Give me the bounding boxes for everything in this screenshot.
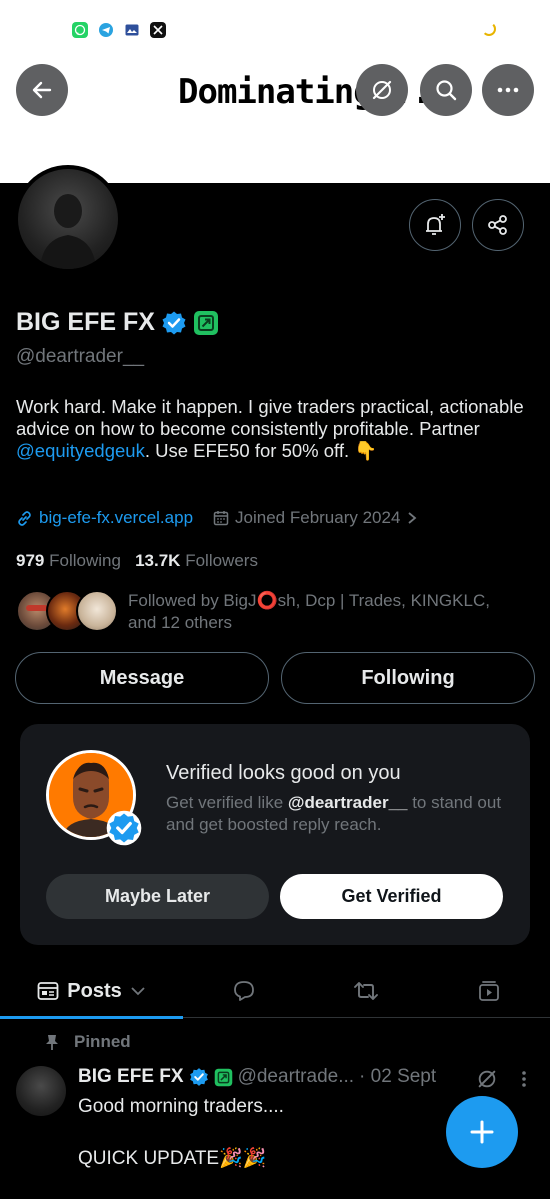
bio-text: Work hard. Make it happen. I give trader… xyxy=(16,396,524,439)
verified-badge-icon xyxy=(189,1068,208,1086)
profile-name-row: BIG EFE FX xyxy=(16,308,219,337)
active-tab-indicator xyxy=(0,1016,183,1019)
chevron-right-icon[interactable] xyxy=(406,511,418,525)
post-author-avatar[interactable] xyxy=(16,1066,66,1116)
grok-icon xyxy=(372,80,392,100)
joined-date: Joined February 2024 xyxy=(235,508,401,527)
posts-icon xyxy=(37,982,59,1000)
post-author-handle[interactable]: @deartrade... xyxy=(238,1066,354,1088)
message-button[interactable]: Message xyxy=(15,652,269,704)
follower-avatars xyxy=(16,590,118,632)
profile-bio: Work hard. Make it happen. I give trader… xyxy=(16,396,536,462)
post-author-name[interactable]: BIG EFE FX xyxy=(78,1066,184,1088)
post-header: BIG EFE FX @deartrade... · 02 Sept xyxy=(78,1066,436,1088)
tab-posts[interactable]: Posts xyxy=(0,964,183,1019)
back-button[interactable] xyxy=(16,64,68,116)
website-link[interactable]: big-efe-fx.vercel.app xyxy=(39,508,193,528)
verified-badge-icon xyxy=(106,810,142,846)
more-icon xyxy=(497,87,519,93)
share-icon xyxy=(488,215,507,235)
x-app-icon xyxy=(150,22,166,38)
search-button[interactable] xyxy=(420,64,472,116)
post-text-line: QUICK UPDATE🎉🎉 xyxy=(78,1148,267,1169)
following-label: Following xyxy=(49,551,121,570)
tab-media[interactable] xyxy=(427,964,550,1018)
profile-handle: @deartrader__ xyxy=(16,346,145,367)
verified-badge-icon[interactable] xyxy=(161,310,187,336)
link-icon xyxy=(18,510,31,526)
affiliate-badge-icon xyxy=(214,1068,232,1086)
display-name: BIG EFE FX xyxy=(16,308,155,336)
follow-stats: 979 Following 13.7K Followers xyxy=(16,551,258,571)
post-more-icon[interactable] xyxy=(521,1070,527,1088)
affiliate-badge-icon[interactable] xyxy=(193,310,219,336)
pinned-label: Pinned xyxy=(74,1032,131,1051)
bio-mention-link[interactable]: @equityedgeuk xyxy=(16,440,145,461)
profile-avatar[interactable] xyxy=(14,165,122,273)
followers-label: Followers xyxy=(185,551,258,570)
status-bar-icons xyxy=(72,22,166,38)
loading-spinner-icon xyxy=(482,22,496,36)
following-button[interactable]: Following xyxy=(281,652,535,704)
share-button[interactable] xyxy=(472,199,524,251)
replies-icon xyxy=(234,981,254,1001)
tab-posts-label: Posts xyxy=(67,979,122,1002)
compose-button[interactable] xyxy=(446,1096,518,1168)
calendar-icon xyxy=(213,511,229,526)
profile-banner[interactable]: Dominating... xyxy=(0,0,550,183)
followers-count: 13.7K xyxy=(135,551,181,570)
promo-title: Verified looks good on you xyxy=(166,762,401,784)
tab-replies[interactable] xyxy=(183,964,305,1018)
grok-button[interactable] xyxy=(356,64,408,116)
bio-text-end: . Use EFE50 for 50% off. 👇 xyxy=(144,440,378,461)
whatsapp-icon xyxy=(72,22,88,38)
followed-by-row[interactable]: Followed by BigJ⭕sh, Dcp | Trades, KINGK… xyxy=(16,590,518,634)
plus-icon xyxy=(470,1120,494,1144)
following-count: 979 xyxy=(16,551,45,570)
post-date: · 02 Sept xyxy=(359,1066,437,1087)
maybe-later-button[interactable]: Maybe Later xyxy=(46,874,269,919)
following-stat[interactable]: 979 Following xyxy=(16,551,121,570)
bell-plus-icon xyxy=(426,214,445,235)
tab-reposts[interactable] xyxy=(305,964,427,1018)
pinned-indicator: Pinned xyxy=(44,1032,131,1052)
notifications-button[interactable] xyxy=(409,199,461,251)
followed-by-text: Followed by BigJ⭕sh, Dcp | Trades, KINGK… xyxy=(128,591,490,632)
telegram-icon xyxy=(98,22,114,38)
post-text-line: Good morning traders.... xyxy=(78,1096,284,1117)
get-verified-button[interactable]: Get Verified xyxy=(280,874,503,919)
verified-promo-card: Verified looks good on you Get verified … xyxy=(20,724,530,945)
promo-desc-text: Get verified like xyxy=(166,793,288,812)
chevron-down-icon xyxy=(131,987,145,996)
pin-icon xyxy=(46,1035,58,1050)
search-icon xyxy=(436,80,457,101)
followers-stat[interactable]: 13.7K Followers xyxy=(135,551,258,570)
more-button[interactable] xyxy=(482,64,534,116)
follower-avatar xyxy=(76,590,118,632)
avatar-image xyxy=(18,169,118,269)
profile-tabs: Posts xyxy=(0,964,550,1019)
grok-icon[interactable] xyxy=(476,1068,498,1090)
gallery-icon xyxy=(124,22,140,38)
reposts-icon xyxy=(354,982,378,1000)
profile-meta: big-efe-fx.vercel.app Joined February 20… xyxy=(16,508,418,528)
media-icon xyxy=(478,981,499,1001)
back-arrow-icon xyxy=(32,81,52,99)
promo-desc-handle: @deartrader__ xyxy=(287,793,408,812)
promo-description: Get verified like @deartrader__ to stand… xyxy=(166,792,506,836)
